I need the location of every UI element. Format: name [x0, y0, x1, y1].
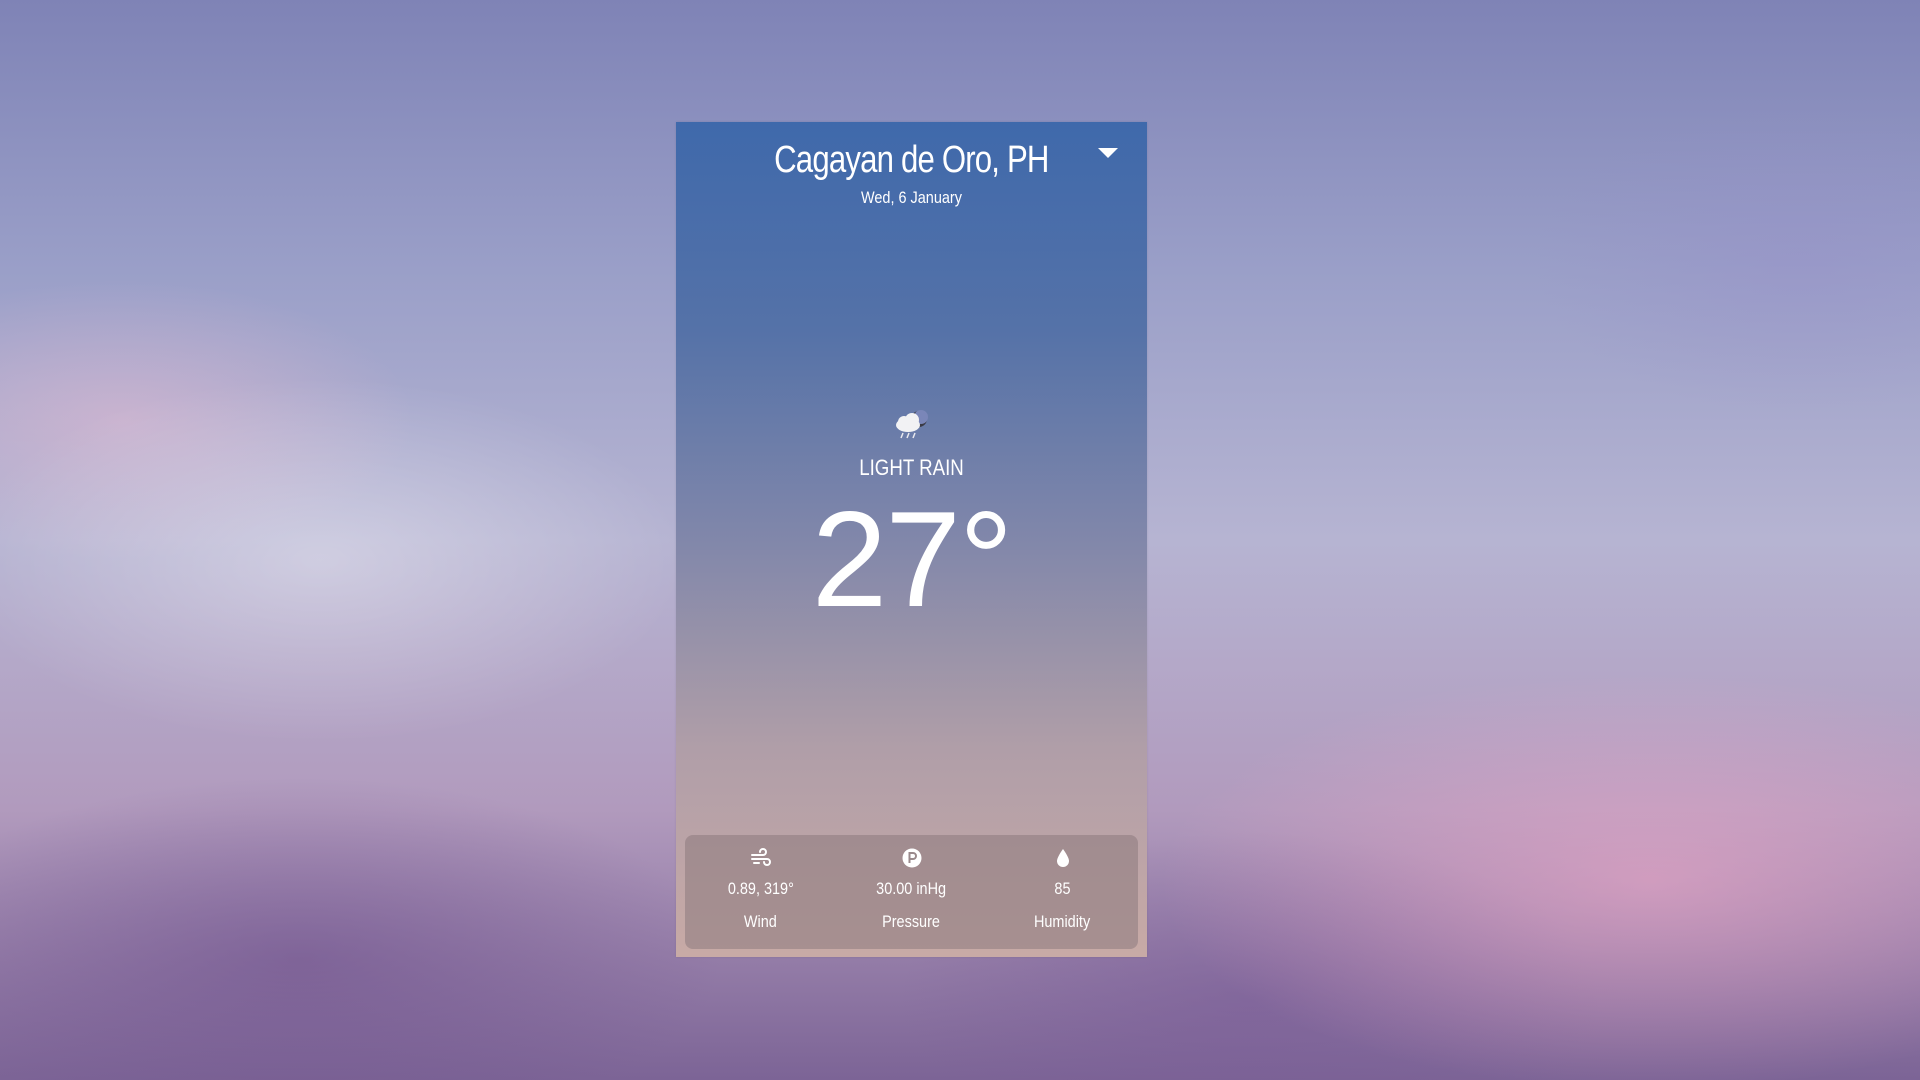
caret-down-icon	[1098, 148, 1118, 158]
pressure-icon	[902, 848, 921, 868]
stat-pressure: 30.00 inHg Pressure	[836, 835, 987, 949]
humidity-drop-icon	[1056, 849, 1069, 867]
weather-condition: LIGHT RAIN	[859, 455, 964, 480]
city-name: Cagayan de Oro, PH	[774, 139, 1049, 181]
stat-humidity: 85 Humidity	[987, 835, 1138, 949]
stats-panel: 0.89, 319° Wind 30.00 inHg Pressure 85 H…	[685, 835, 1138, 949]
wind-value: 0.89, 319°	[727, 879, 794, 898]
wind-label: Wind	[744, 912, 777, 931]
stat-wind: 0.89, 319° Wind	[685, 835, 836, 949]
current-date: Wed, 6 January	[861, 188, 962, 207]
weather-card: Cagayan de Oro, PH Wed, 6 January LIGHT …	[676, 122, 1147, 957]
cloud-rain-night-icon	[892, 408, 932, 442]
pressure-value: 30.00 inHg	[876, 879, 947, 898]
location-header: Cagayan de Oro, PH Wed, 6 January	[676, 136, 1147, 210]
app-background: { "location": { "city": "Cagayan de Oro,…	[0, 0, 1920, 1080]
temperature: 27°	[811, 483, 1014, 635]
wind-icon	[750, 848, 771, 866]
humidity-value: 85	[1054, 879, 1071, 898]
humidity-label: Humidity	[1034, 912, 1091, 931]
pressure-label: Pressure	[882, 912, 941, 931]
location-dropdown-button[interactable]	[1097, 146, 1119, 160]
